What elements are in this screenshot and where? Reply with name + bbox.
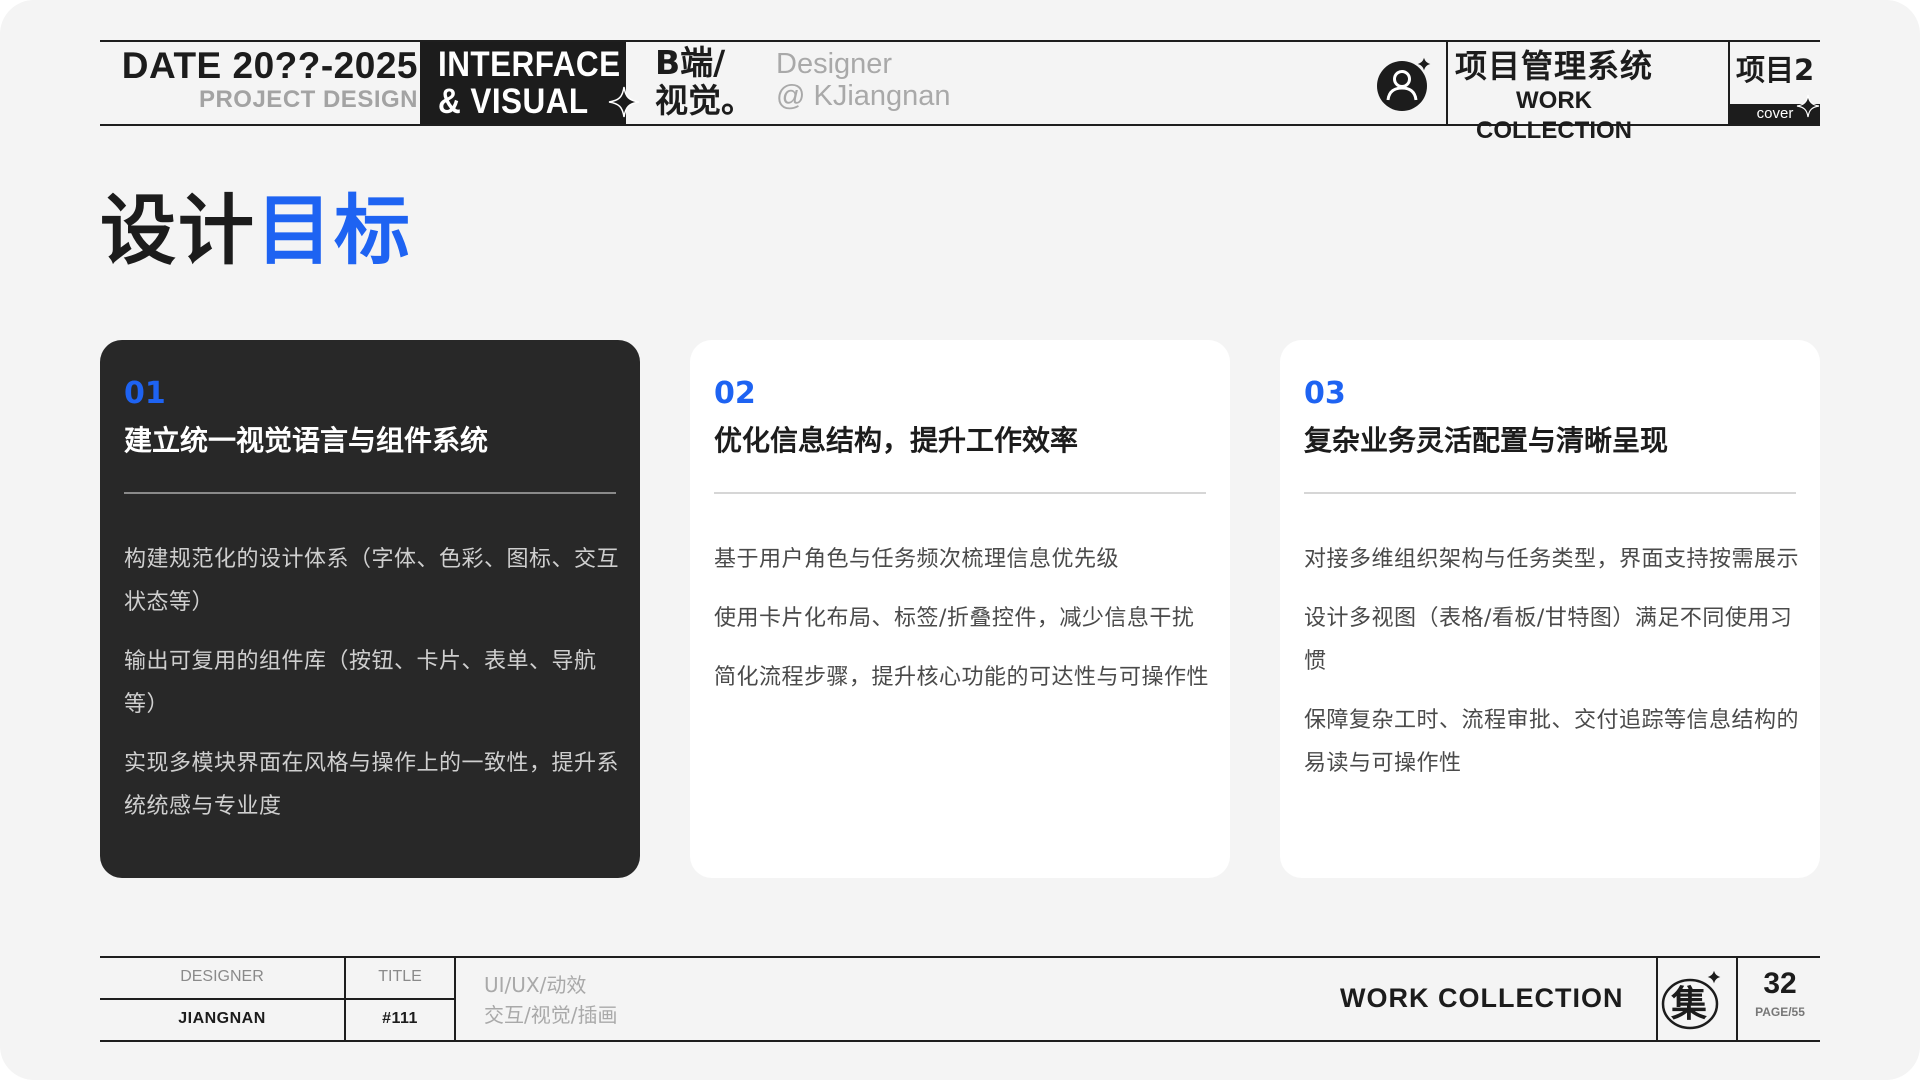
- goal-card-1: 01 建立统一视觉语言与组件系统 构建规范化的设计体系（字体、色彩、图标、交互状…: [100, 340, 640, 878]
- slide-page: DATE 20??-2025 PROJECT DESIGN INTERFACE …: [0, 0, 1920, 1080]
- card-paragraph: 构建规范化的设计体系（字体、色彩、图标、交互状态等）: [124, 547, 620, 615]
- card-number: 03: [1304, 376, 1346, 411]
- visual-text: & VISUAL: [438, 82, 589, 121]
- b-side-line1: B端/: [655, 43, 726, 82]
- system-title-cn: 项目管理系统: [1454, 47, 1653, 85]
- card-heading: 复杂业务灵活配置与清晰呈现: [1304, 424, 1669, 457]
- card-divider: [714, 492, 1206, 494]
- title-value: #111: [382, 1010, 418, 1027]
- designer-label: DESIGNER: [180, 968, 264, 985]
- system-title-en: WORK COLLECTION: [1476, 87, 1632, 144]
- work-collection-text: WORK COLLECTION: [1340, 983, 1624, 1013]
- card-number: 01: [124, 376, 166, 411]
- discipline-tags: UI/UX/动效 交互/视觉/插画: [484, 970, 617, 1030]
- date-block: DATE 20??-2025 PROJECT DESIGN: [100, 46, 418, 114]
- card-divider: [124, 492, 616, 494]
- b-side-visual-text: B端/ 视觉。: [655, 44, 754, 120]
- card-body: 基于用户角色与任务频次梳理信息优先级 使用卡片化布局、标签/折叠控件，减少信息干…: [714, 538, 1210, 715]
- footer-divider: [454, 958, 456, 1040]
- card-paragraph: 输出可复用的组件库（按钮、卡片、表单、导航等）: [124, 649, 597, 717]
- title-label: TITLE: [378, 968, 422, 985]
- card-body: 构建规范化的设计体系（字体、色彩、图标、交互状态等） 输出可复用的组件库（按钮、…: [124, 538, 620, 844]
- sparkle-icon: [1796, 94, 1820, 118]
- page-title-dark: 设计: [100, 186, 256, 275]
- card-number: 02: [714, 376, 756, 411]
- footer-divider: [1656, 958, 1658, 1040]
- tags-line-1: UI/UX/动效: [484, 973, 587, 997]
- card-paragraph: 设计多视图（表格/看板/甘特图）满足不同使用习惯: [1304, 606, 1793, 674]
- goal-card-3: 03 复杂业务灵活配置与清晰呈现 对接多维组织架构与任务类型，界面支持按需展示 …: [1280, 340, 1820, 878]
- goal-card-2: 02 优化信息结构，提升工作效率 基于用户角色与任务频次梳理信息优先级 使用卡片…: [690, 340, 1230, 878]
- interface-visual-box: INTERFACE & VISUAL: [420, 42, 626, 124]
- user-avatar-icon: [1377, 54, 1434, 111]
- page-total: PAGE/55: [1755, 1005, 1805, 1019]
- interface-text: INTERFACE: [438, 45, 621, 84]
- card-heading: 优化信息结构，提升工作效率: [714, 424, 1079, 457]
- designer-credit: Designer @ KJiangnan: [776, 48, 951, 112]
- card-paragraph: 基于用户角色与任务频次梳理信息优先级: [714, 547, 1120, 572]
- card-body: 对接多维组织架构与任务类型，界面支持按需展示 设计多视图（表格/看板/甘特图）满…: [1304, 538, 1800, 801]
- card-paragraph: 实现多模块界面在风格与操作上的一致性，提升系统统感与专业度: [124, 751, 620, 819]
- footer-divider: [1736, 958, 1738, 1040]
- card-divider: [1304, 492, 1796, 494]
- card-paragraph: 保障复杂工时、流程审批、交付追踪等信息结构的易读与可操作性: [1304, 708, 1800, 776]
- card-paragraph: 对接多维组织架构与任务类型，界面支持按需展示: [1304, 547, 1800, 572]
- b-side-line2: 视觉。: [655, 81, 754, 120]
- page-indicator: 32 PAGE/55: [1740, 964, 1820, 1020]
- designer-label: Designer: [776, 48, 893, 80]
- card-heading: 建立统一视觉语言与组件系统: [124, 424, 489, 457]
- date-text: DATE 20??-2025: [121, 45, 418, 86]
- designer-value: JIANGNAN: [178, 1010, 266, 1027]
- project-design-text: PROJECT DESIGN: [198, 86, 418, 113]
- card-paragraph: 使用卡片化布局、标签/折叠控件，减少信息干扰: [714, 606, 1195, 631]
- page-title-blue: 目标: [256, 186, 412, 275]
- project-label: 项目2: [1736, 53, 1815, 87]
- sparkle-icon: [608, 86, 640, 118]
- footer-bar: DESIGNER JIANGNAN TITLE #111 UI/UX/动效 交互…: [100, 956, 1820, 1042]
- footer-divider: [100, 998, 456, 1000]
- designer-handle: @ KJiangnan: [776, 80, 951, 112]
- system-title-block: 项目管理系统 WORK COLLECTION: [1448, 46, 1660, 146]
- svg-text:集: 集: [1670, 984, 1707, 1025]
- collection-logo-icon: 集: [1661, 967, 1724, 1030]
- card-paragraph: 简化流程步骤，提升核心功能的可达性与可操作性: [714, 665, 1210, 690]
- page-title: 设计目标: [100, 186, 412, 276]
- tags-line-2: 交互/视觉/插画: [484, 1003, 618, 1027]
- header-bar: DATE 20??-2025 PROJECT DESIGN INTERFACE …: [100, 40, 1820, 144]
- page-number: 32: [1763, 967, 1797, 1000]
